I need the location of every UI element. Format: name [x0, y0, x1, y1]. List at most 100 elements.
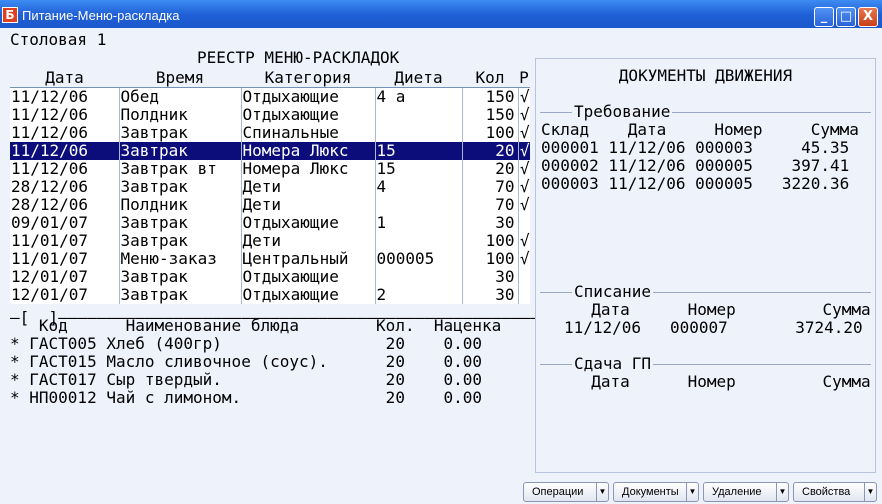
- close-button[interactable]: X: [858, 7, 878, 27]
- dish-row[interactable]: * НП00012 Чай с лимоном. 20 0.00: [10, 389, 482, 407]
- registry-table: Дата Время Категория Диета Кол Р 11/12/0…: [10, 68, 530, 304]
- cell-date: 11/01/07: [11, 249, 89, 268]
- cell-category: Отдыхающие: [240, 213, 375, 232]
- chevron-down-icon[interactable]: ▼: [686, 483, 698, 501]
- cell-diet: 15: [374, 141, 462, 160]
- requirement-header: Склад Дата Номер Сумма: [541, 120, 859, 139]
- movement-docs-title: ДОКУМЕНТЫ ДВИЖЕНИЯ: [618, 66, 793, 85]
- cell-qty: 30: [461, 267, 518, 286]
- dish-row[interactable]: * ГАСТ015 Масло сливочное (соус). 20 0.0…: [10, 353, 482, 371]
- cell-qty: 70: [461, 177, 518, 196]
- registry-row[interactable]: 28/12/06 Полдник Дети 70 √: [10, 195, 530, 214]
- cell-time: Обед: [118, 87, 241, 106]
- cell-qty: 30: [461, 213, 518, 232]
- cell-category: Дети: [240, 231, 375, 250]
- documents-button[interactable]: Документы ▼: [613, 482, 699, 502]
- cell-time: Завтрак: [118, 267, 241, 286]
- cell-time: Завтрак: [118, 177, 241, 196]
- cell-category: Отдыхающие: [240, 285, 375, 304]
- cell-time: Завтрак: [118, 141, 241, 160]
- operations-button[interactable]: Операции ▼: [523, 482, 609, 502]
- registry-row[interactable]: 11/12/06 Завтрак Спинальные 100 √: [10, 123, 530, 142]
- cell-qty: 100: [461, 123, 518, 142]
- cell-date: 28/12/06: [11, 177, 89, 196]
- delete-button[interactable]: Удаление ▼: [703, 482, 789, 502]
- cell-diet: 2: [374, 285, 462, 304]
- cell-category: Центральный: [240, 249, 375, 268]
- registry-row[interactable]: 11/01/07 Завтрак Дети 100 √: [10, 231, 530, 250]
- minimize-button[interactable]: _: [814, 7, 834, 27]
- cell-qty: 20: [461, 141, 518, 160]
- cell-qty: 70: [461, 195, 518, 214]
- col-header-time[interactable]: Время: [119, 68, 241, 88]
- col-header-mark[interactable]: Р: [518, 68, 530, 88]
- registry-row[interactable]: 12/01/07 Завтрак Отдыхающие 30: [10, 267, 530, 286]
- registry-row[interactable]: 11/12/06 Завтрак Номера Люкс 15 20 √: [10, 141, 530, 160]
- writeoff-row[interactable]: 11/12/06 000007 3724.20: [564, 319, 863, 337]
- requirement-label: Требование: [572, 102, 673, 121]
- cell-mark: [517, 267, 530, 286]
- dish-row[interactable]: * ГАСТ017 Сыр твердый. 20 0.00: [10, 371, 482, 389]
- cell-diet: 15: [374, 159, 462, 178]
- cell-date: 11/12/06: [11, 105, 89, 124]
- col-header-category[interactable]: Категория: [241, 68, 375, 88]
- cell-mark: √: [517, 105, 530, 124]
- requirement-row[interactable]: 000002 11/12/06 000005 397.41: [541, 157, 849, 175]
- cell-date: 28/12/06: [11, 195, 89, 214]
- cell-time: Завтрак: [118, 123, 241, 142]
- dish-table-header: Код Наименование блюда Кол. Наценка: [10, 316, 502, 335]
- cell-qty: 30: [461, 285, 518, 304]
- cell-date: 12/01/07: [11, 267, 89, 286]
- cell-qty: 150: [461, 87, 518, 106]
- registry-row[interactable]: 11/12/06 Полдник Отдыхающие 150 √: [10, 105, 530, 124]
- handover-header: Дата Номер Сумма: [572, 372, 871, 391]
- operations-button-label: Операции: [532, 486, 584, 498]
- requirement-row[interactable]: 000003 11/12/06 000005 3220.36: [541, 175, 849, 193]
- cell-category: Дети: [240, 195, 375, 214]
- cell-time: Завтрак: [118, 231, 241, 250]
- dish-row[interactable]: * ГАСТ005 Хлеб (400гр) 20 0.00: [10, 335, 482, 353]
- handover-label: Сдача ГП: [572, 354, 654, 373]
- cell-mark: √: [517, 195, 530, 214]
- cell-diet: [374, 105, 462, 124]
- requirement-row[interactable]: 000001 11/12/06 000003 45.35: [541, 139, 849, 157]
- cell-qty: 20: [461, 159, 518, 178]
- registry-row[interactable]: 28/12/06 Завтрак Дети 4 70 √: [10, 177, 530, 196]
- registry-title: РЕЕСТР МЕНЮ-РАСКЛАДОК: [197, 48, 400, 67]
- registry-row[interactable]: 11/12/06 Обед Отдыхающие 4 а 150 √: [10, 87, 530, 106]
- chevron-down-icon[interactable]: ▼: [596, 483, 608, 501]
- cell-diet: 4: [374, 177, 462, 196]
- movement-docs-panel: ДОКУМЕНТЫ ДВИЖЕНИЯ Требование Склад Дата…: [535, 58, 876, 473]
- cell-date: 11/12/06: [11, 141, 89, 160]
- cell-mark: √: [517, 123, 530, 142]
- registry-row[interactable]: 11/12/06 Завтрак вт Номера Люкс 15 20 √: [10, 159, 530, 178]
- cell-date: 11/01/07: [11, 231, 89, 250]
- col-header-qty[interactable]: Кол: [462, 68, 518, 88]
- properties-button[interactable]: Свойства ▼: [793, 482, 877, 502]
- cell-date: 09/01/07: [11, 213, 89, 232]
- col-header-diet[interactable]: Диета: [375, 68, 462, 88]
- registry-row[interactable]: 11/01/07 Меню-заказ Центральный 000005 100 √: [10, 249, 530, 268]
- cell-mark: [517, 213, 530, 232]
- registry-row[interactable]: 12/01/07 Завтрак Отдыхающие 2 30: [10, 285, 530, 304]
- cell-diet: [374, 267, 462, 286]
- registry-row[interactable]: 09/01/07 Завтрак Отдыхающие 1 30: [10, 213, 530, 232]
- cell-category: Номера Люкс: [240, 159, 375, 178]
- cell-mark: √: [517, 177, 530, 196]
- cell-date: 12/01/07: [11, 285, 89, 304]
- cell-diet: 000005: [374, 249, 462, 268]
- documents-button-label: Документы: [622, 486, 679, 498]
- bottom-toolbar: Операции ▼ Документы ▼ Удаление ▼ Свойст…: [0, 478, 882, 504]
- cell-time: Завтрак: [118, 213, 241, 232]
- cell-category: Отдыхающие: [240, 105, 375, 124]
- col-header-date[interactable]: Дата: [10, 68, 119, 88]
- cell-diet: 4 а: [374, 87, 462, 106]
- cell-category: Отдыхающие: [240, 267, 375, 286]
- chevron-down-icon[interactable]: ▼: [776, 483, 788, 501]
- main-area: Столовая 1 РЕЕСТР МЕНЮ-РАСКЛАДОК Дата Вр…: [0, 28, 882, 478]
- chevron-down-icon[interactable]: ▼: [864, 483, 876, 501]
- cell-category: Дети: [240, 177, 375, 196]
- cell-category: Номера Люкс: [240, 141, 375, 160]
- maximize-button[interactable]: □: [836, 7, 856, 27]
- cell-date: 11/12/06: [11, 87, 89, 106]
